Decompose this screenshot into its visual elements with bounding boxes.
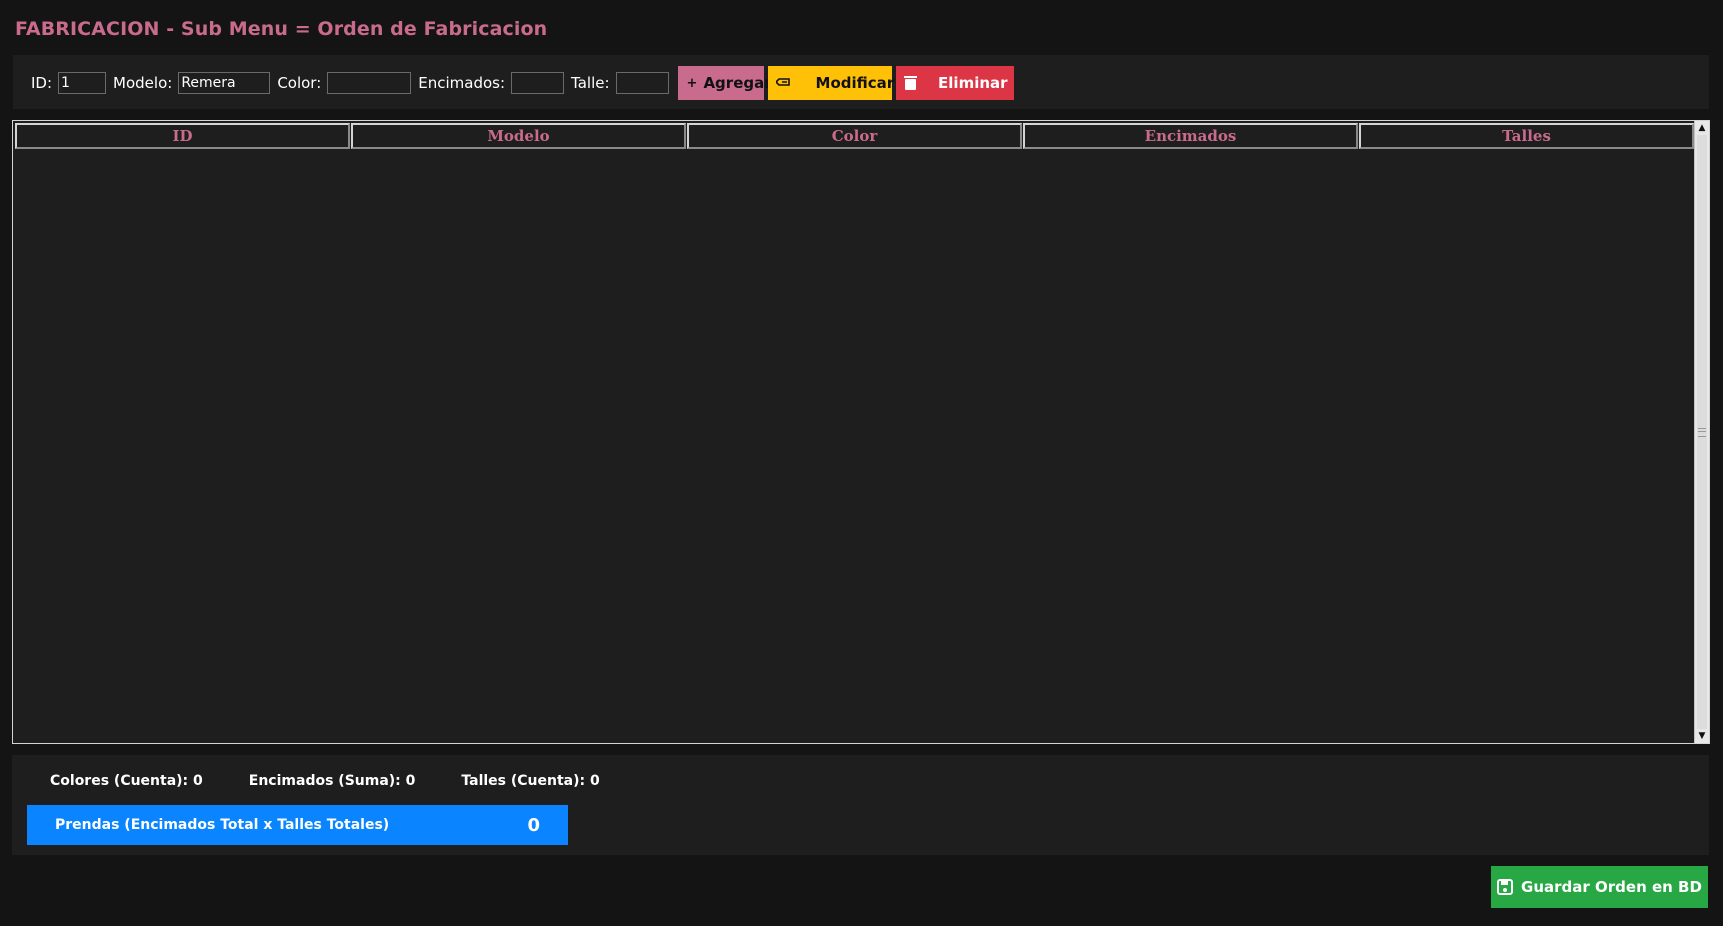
talles-count: Talles (Cuenta): 0	[461, 773, 600, 789]
encimados-label: Encimados:	[418, 74, 506, 92]
column-header-color[interactable]: Color	[687, 123, 1022, 149]
plus-icon: +	[686, 75, 698, 91]
column-header-talles[interactable]: Talles	[1359, 123, 1694, 149]
order-form-row: ID: Modelo: Color: Encimados: Talle: + A…	[31, 66, 1018, 100]
summary-panel: Colores (Cuenta): 0 Encimados (Suma): 0 …	[12, 755, 1709, 855]
talle-input[interactable]	[615, 72, 669, 94]
delete-button-label: Eliminar	[938, 74, 1008, 92]
total-prendas-value: 0	[527, 814, 540, 836]
page-title: FABRICACION - Sub Menu = Orden de Fabric…	[15, 18, 548, 40]
encimados-sum: Encimados (Suma): 0	[248, 773, 416, 789]
add-button-label: Agregar	[703, 74, 772, 92]
modify-button[interactable]: Modificar	[767, 66, 895, 100]
color-label: Color:	[277, 74, 322, 92]
order-form-panel: ID: Modelo: Color: Encimados: Talle: + A…	[13, 55, 1709, 109]
table-header: ID Modelo Color Encimados Talles	[15, 123, 1694, 149]
encimados-input[interactable]	[511, 72, 565, 94]
total-prendas-label: Prendas (Encimados Total x Talles Totale…	[55, 817, 390, 833]
column-header-modelo[interactable]: Modelo	[351, 123, 686, 149]
floppy-disk-icon	[1497, 879, 1514, 895]
colores-count: Colores (Cuenta): 0	[50, 773, 203, 789]
modify-button-label: Modificar	[815, 74, 895, 92]
delete-button[interactable]: Eliminar	[895, 66, 1014, 100]
talle-label: Talle:	[571, 74, 610, 92]
pencil-icon	[774, 76, 790, 91]
id-label: ID:	[31, 74, 53, 92]
scrollbar-grip-icon	[1698, 428, 1706, 437]
modelo-input[interactable]	[178, 72, 271, 94]
total-prendas-bar: Prendas (Encimados Total x Talles Totale…	[27, 805, 568, 845]
orders-table[interactable]: ID Modelo Color Encimados Talles ▲ ▼	[12, 120, 1710, 744]
save-order-button[interactable]: Guardar Orden en BD	[1491, 866, 1708, 908]
color-input[interactable]	[327, 72, 412, 94]
scroll-down-arrow-icon[interactable]: ▼	[1695, 729, 1709, 743]
column-header-id[interactable]: ID	[15, 123, 350, 149]
scroll-up-arrow-icon[interactable]: ▲	[1695, 121, 1709, 135]
modelo-label: Modelo:	[113, 74, 173, 92]
trash-icon	[903, 76, 916, 90]
summary-row: Colores (Cuenta): 0 Encimados (Suma): 0 …	[50, 773, 646, 789]
save-order-label: Guardar Orden en BD	[1521, 878, 1702, 896]
add-button[interactable]: + Agregar	[677, 66, 772, 100]
column-header-encimados[interactable]: Encimados	[1023, 123, 1358, 149]
table-scrollbar[interactable]: ▲ ▼	[1694, 121, 1709, 743]
id-input[interactable]	[58, 72, 107, 94]
